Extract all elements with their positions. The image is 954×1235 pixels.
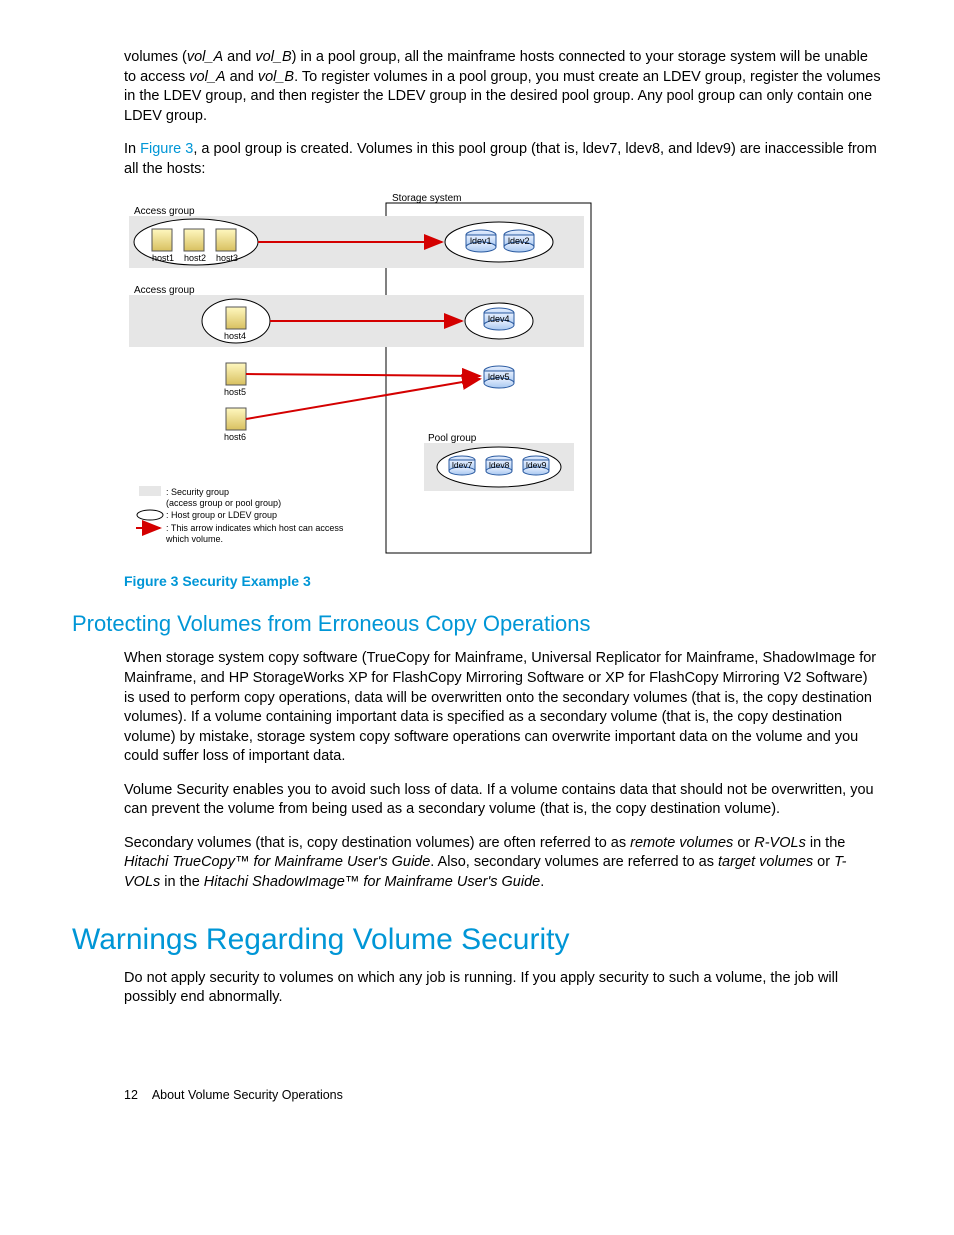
- page-number: 12: [124, 1088, 138, 1102]
- svg-text:: Security group: : Security group: [166, 487, 229, 497]
- text: volumes (: [124, 49, 187, 65]
- svg-text:host3: host3: [216, 253, 238, 263]
- text: in the: [806, 835, 846, 851]
- text-italic: vol_B: [255, 49, 291, 65]
- access-group-label-2: Access group: [134, 285, 195, 296]
- ldev9-icon: ldev9: [523, 456, 549, 475]
- text-italic: Hitachi TrueCopy™ for Mainframe User's G…: [124, 854, 430, 870]
- ldev5-icon: ldev5: [484, 366, 514, 388]
- text: . Also, secondary volumes are referred t…: [430, 854, 718, 870]
- svg-text:host4: host4: [224, 331, 246, 341]
- text: .: [540, 874, 544, 890]
- legend: : Security group (access group or pool g…: [136, 486, 344, 544]
- access-group-label-1: Access group: [134, 206, 195, 217]
- host6-icon: host6: [224, 408, 246, 442]
- access-arrow-4: [246, 379, 480, 419]
- svg-text:ldev5: ldev5: [488, 372, 510, 382]
- text-italic: vol_A: [189, 69, 225, 85]
- storage-system-label: Storage system: [392, 193, 461, 204]
- pool-group-label: Pool group: [428, 433, 477, 444]
- paragraph-protect-3: Secondary volumes (that is, copy destina…: [124, 834, 882, 893]
- figure-link[interactable]: Figure 3: [140, 141, 193, 157]
- svg-text:ldev8: ldev8: [489, 460, 510, 470]
- figure-caption: Figure 3 Security Example 3: [124, 573, 882, 589]
- paragraph-intro-2: In Figure 3, a pool group is created. Vo…: [124, 140, 882, 179]
- host1-icon: host1: [152, 229, 174, 263]
- svg-text:: Host group or LDEV group: : Host group or LDEV group: [166, 510, 277, 520]
- svg-text:(access group or pool group): (access group or pool group): [166, 498, 281, 508]
- page: volumes (vol_A and vol_B) in a pool grou…: [0, 0, 954, 1166]
- heading-protecting-volumes: Protecting Volumes from Erroneous Copy O…: [72, 611, 882, 637]
- ldev7-icon: ldev7: [449, 456, 475, 475]
- svg-text:host5: host5: [224, 387, 246, 397]
- heading-warnings: Warnings Regarding Volume Security: [72, 923, 882, 957]
- svg-text:host2: host2: [184, 253, 206, 263]
- text: and: [223, 49, 255, 65]
- svg-text:host6: host6: [224, 432, 246, 442]
- svg-text:ldev1: ldev1: [470, 236, 492, 246]
- ldev2-icon: ldev2: [504, 230, 534, 252]
- text: , a pool group is created. Volumes in th…: [124, 141, 877, 177]
- access-arrow-3: [246, 374, 480, 376]
- footer-chapter: About Volume Security Operations: [152, 1088, 343, 1102]
- paragraph-intro-1: volumes (vol_A and vol_B) in a pool grou…: [124, 48, 882, 126]
- svg-text:which volume.: which volume.: [165, 534, 223, 544]
- host5-icon: host5: [224, 363, 246, 397]
- svg-text:ldev7: ldev7: [452, 460, 473, 470]
- text-italic: R-VOLs: [754, 835, 806, 851]
- ldev4-icon: ldev4: [484, 308, 514, 330]
- text: or: [733, 835, 754, 851]
- paragraph-warning: Do not apply security to volumes on whic…: [124, 969, 882, 1008]
- page-footer: 12 About Volume Security Operations: [124, 1088, 882, 1102]
- svg-text:host1: host1: [152, 253, 174, 263]
- svg-text:ldev9: ldev9: [526, 460, 547, 470]
- ldev1-icon: ldev1: [466, 230, 496, 252]
- paragraph-protect-1: When storage system copy software (TrueC…: [124, 649, 882, 766]
- text: In: [124, 141, 140, 157]
- text-italic: Hitachi ShadowImage™ for Mainframe User'…: [204, 874, 540, 890]
- text-italic: vol_B: [258, 69, 294, 85]
- text-italic: remote volumes: [630, 835, 733, 851]
- text: Secondary volumes (that is, copy destina…: [124, 835, 630, 851]
- text: or: [813, 854, 834, 870]
- ldev8-icon: ldev8: [486, 456, 512, 475]
- host3-icon: host3: [216, 229, 238, 263]
- text: and: [226, 69, 258, 85]
- svg-text:ldev2: ldev2: [508, 236, 530, 246]
- text: in the: [160, 874, 204, 890]
- svg-text:: This arrow indicates which h: : This arrow indicates which host can ac…: [166, 523, 344, 533]
- text-italic: target volumes: [718, 854, 813, 870]
- host2-icon: host2: [184, 229, 206, 263]
- host4-icon: host4: [224, 307, 246, 341]
- figure-3: Storage system Access group host1 host2 …: [124, 193, 882, 563]
- paragraph-protect-2: Volume Security enables you to avoid suc…: [124, 781, 882, 820]
- svg-text:ldev4: ldev4: [488, 314, 510, 324]
- diagram-svg: Storage system Access group host1 host2 …: [124, 193, 594, 563]
- text-italic: vol_A: [187, 49, 223, 65]
